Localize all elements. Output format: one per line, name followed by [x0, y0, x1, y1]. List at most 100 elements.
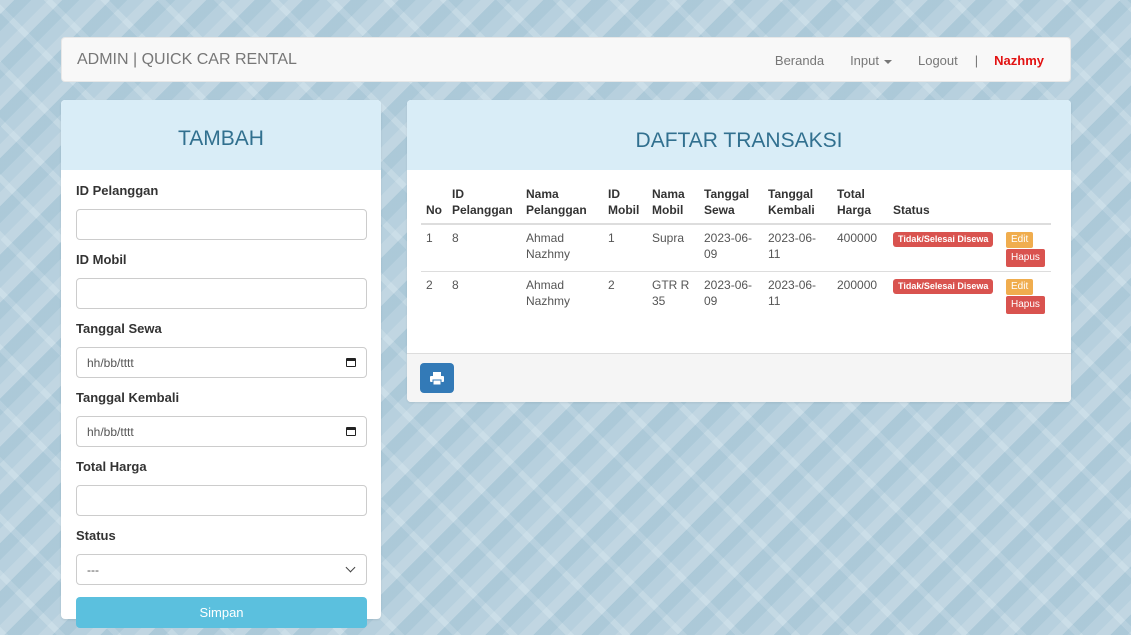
col-tanggal-sewa: Tanggal Sewa — [699, 186, 763, 225]
cell-id-pelanggan: 8 — [452, 231, 459, 245]
nav-user-name[interactable]: Nazhmy — [982, 53, 1070, 68]
cell-tanggal-kembali: 2023-06- 11 — [763, 271, 832, 318]
cell-actions: Edit Hapus — [1001, 271, 1051, 318]
transactions-footer — [407, 353, 1071, 402]
col-id-pelanggan-line1: ID — [452, 187, 464, 201]
cell-tanggal-kembali-line2: 11 — [768, 247, 781, 261]
form-group-tanggal-kembali: Tanggal Kembali hh/bb/tttt — [76, 390, 367, 447]
navbar-brand[interactable]: ADMIN | QUICK CAR RENTAL — [77, 51, 297, 69]
add-form: ID Pelanggan ID Mobil Tanggal Sewa hh/bb… — [61, 170, 381, 635]
cell-tanggal-sewa: 2023-06- 09 — [699, 271, 763, 318]
cell-id-mobil: 2 — [603, 271, 647, 318]
transactions-title: DAFTAR TRANSAKSI — [407, 100, 1071, 170]
id-pelanggan-label: ID Pelanggan — [76, 183, 159, 198]
col-id-mobil-line2: Mobil — [608, 203, 640, 217]
simpan-button[interactable]: Simpan — [76, 597, 367, 628]
add-form-panel: TAMBAH ID Pelanggan ID Mobil Tanggal Sew… — [61, 100, 381, 628]
calendar-icon[interactable] — [346, 358, 356, 367]
tanggal-kembali-placeholder: hh/bb/tttt — [87, 424, 134, 439]
id-pelanggan-input[interactable] — [76, 209, 367, 240]
cell-id-pelanggan: 8 — [447, 271, 521, 318]
edit-button[interactable]: Edit — [1006, 279, 1034, 295]
col-nama-mobil: Nama Mobil — [647, 186, 699, 225]
col-id-pelanggan: ID Pelanggan — [447, 186, 521, 225]
col-tanggal-kembali-line2: Kembali — [768, 203, 815, 217]
tanggal-sewa-input[interactable]: hh/bb/tttt — [76, 347, 367, 378]
edit-button[interactable]: Edit — [1006, 232, 1034, 248]
cell-total-harga: 200000 — [832, 271, 888, 318]
col-actions — [1001, 186, 1051, 225]
tanggal-kembali-input[interactable]: hh/bb/tttt — [76, 416, 367, 447]
cell-tanggal-sewa: 2023-06- 09 — [699, 224, 763, 272]
print-icon — [430, 371, 444, 385]
table-header-row: No ID Pelanggan Nama Pelanggan ID Mobil Nam… — [421, 186, 1051, 225]
col-tanggal-sewa-line2: Sewa — [704, 203, 735, 217]
tanggal-kembali-label: Tanggal Kembali — [76, 390, 180, 405]
id-mobil-input[interactable] — [76, 278, 367, 309]
col-nama-mobil-line1: Nama — [652, 187, 685, 201]
cell-nama-pelanggan-line1: Ahmad — [526, 278, 565, 292]
col-nama-mobil-line2: Mobil — [652, 203, 684, 217]
total-harga-label: Total Harga — [76, 459, 147, 474]
status-badge: Tidak/Selesai Disewa — [893, 279, 994, 294]
cell-nama-mobil: GTR R 35 — [647, 271, 699, 318]
cell-nama-mobil-line2: 35 — [652, 294, 666, 308]
cell-nama-pelanggan-line2: Nazhmy — [526, 294, 571, 308]
cell-nama-pelanggan-line2: Nazhmy — [526, 247, 571, 261]
form-group-tanggal-sewa: Tanggal Sewa hh/bb/tttt — [76, 321, 367, 378]
cell-nama-mobil-line1: GTR R — [652, 278, 690, 292]
col-tanggal-kembali-line1: Tanggal — [768, 187, 814, 201]
form-group-status: Status --- — [76, 528, 367, 585]
cell-tanggal-sewa-line1: 2023-06- — [704, 278, 753, 292]
nav-beranda[interactable]: Beranda — [762, 53, 837, 68]
col-total-harga-line2: Harga — [837, 203, 872, 217]
cell-id-mobil: 1 — [608, 231, 615, 245]
tanggal-sewa-label: Tanggal Sewa — [76, 321, 162, 336]
cell-nama-mobil-line1: Supra — [652, 231, 685, 245]
cell-nama-mobil: Supra — [647, 224, 699, 272]
chevron-down-icon — [345, 562, 356, 573]
cell-status: Tidak/Selesai Disewa — [888, 224, 1001, 272]
cell-tanggal-kembali-line1: 2023-06- — [768, 231, 817, 245]
nav-input-dropdown[interactable]: Input — [837, 53, 905, 68]
cell-status: Tidak/Selesai Disewa — [888, 271, 1001, 318]
hapus-button[interactable]: Hapus — [1006, 296, 1045, 314]
col-id-pelanggan-line2: Pelanggan — [452, 203, 513, 217]
col-nama-pelanggan-line1: Nama — [526, 187, 559, 201]
top-navbar: ADMIN | QUICK CAR RENTAL Beranda Input L… — [61, 37, 1071, 82]
transactions-panel: DAFTAR TRANSAKSI No ID Pelanggan Nama Pela… — [407, 100, 1071, 402]
caret-down-icon — [883, 59, 892, 64]
form-group-id-pelanggan: ID Pelanggan — [76, 183, 367, 240]
cell-total-harga: 400000 — [837, 231, 878, 245]
navbar-links: Beranda Input Logout | Nazhmy — [762, 38, 1070, 83]
print-button[interactable] — [420, 363, 454, 393]
nav-separator: | — [974, 53, 979, 68]
status-selected-value: --- — [87, 562, 99, 577]
col-total-harga-line1: Total — [837, 187, 865, 201]
cell-nama-pelanggan: Ahmad Nazhmy — [521, 271, 603, 318]
col-no: No — [421, 186, 447, 225]
nav-input-label: Input — [850, 53, 879, 68]
nav-logout[interactable]: Logout — [905, 53, 971, 68]
col-nama-pelanggan: Nama Pelanggan — [521, 186, 603, 225]
col-nama-pelanggan-line2: Pelanggan — [526, 203, 587, 217]
cell-tanggal-sewa-line2: 09 — [704, 247, 718, 261]
transactions-table: No ID Pelanggan Nama Pelanggan ID Mobil Nam… — [421, 186, 1051, 318]
total-harga-input[interactable] — [76, 485, 367, 516]
tanggal-sewa-placeholder: hh/bb/tttt — [87, 355, 134, 370]
col-tanggal-sewa-line1: Tanggal — [704, 187, 750, 201]
calendar-icon[interactable] — [346, 427, 356, 436]
cell-tanggal-kembali-line1: 2023-06- — [768, 278, 817, 292]
hapus-button[interactable]: Hapus — [1006, 249, 1045, 267]
col-id-mobil: ID Mobil — [603, 186, 647, 225]
col-total-harga: Total Harga — [832, 186, 888, 225]
status-select[interactable]: --- — [76, 554, 367, 585]
cell-nama-pelanggan: Ahmad Nazhmy — [521, 224, 603, 272]
status-label: Status — [76, 528, 116, 543]
table-row: 1 8 Ahmad Nazhmy 1 Supra 2023-06- 09 2023-… — [421, 224, 1051, 272]
cell-no: 2 — [421, 271, 447, 318]
cell-actions: Edit Hapus — [1001, 224, 1051, 272]
col-id-mobil-line1: ID — [608, 187, 620, 201]
cell-tanggal-sewa-line1: 2023-06- — [704, 231, 753, 245]
col-status: Status — [888, 186, 1001, 225]
